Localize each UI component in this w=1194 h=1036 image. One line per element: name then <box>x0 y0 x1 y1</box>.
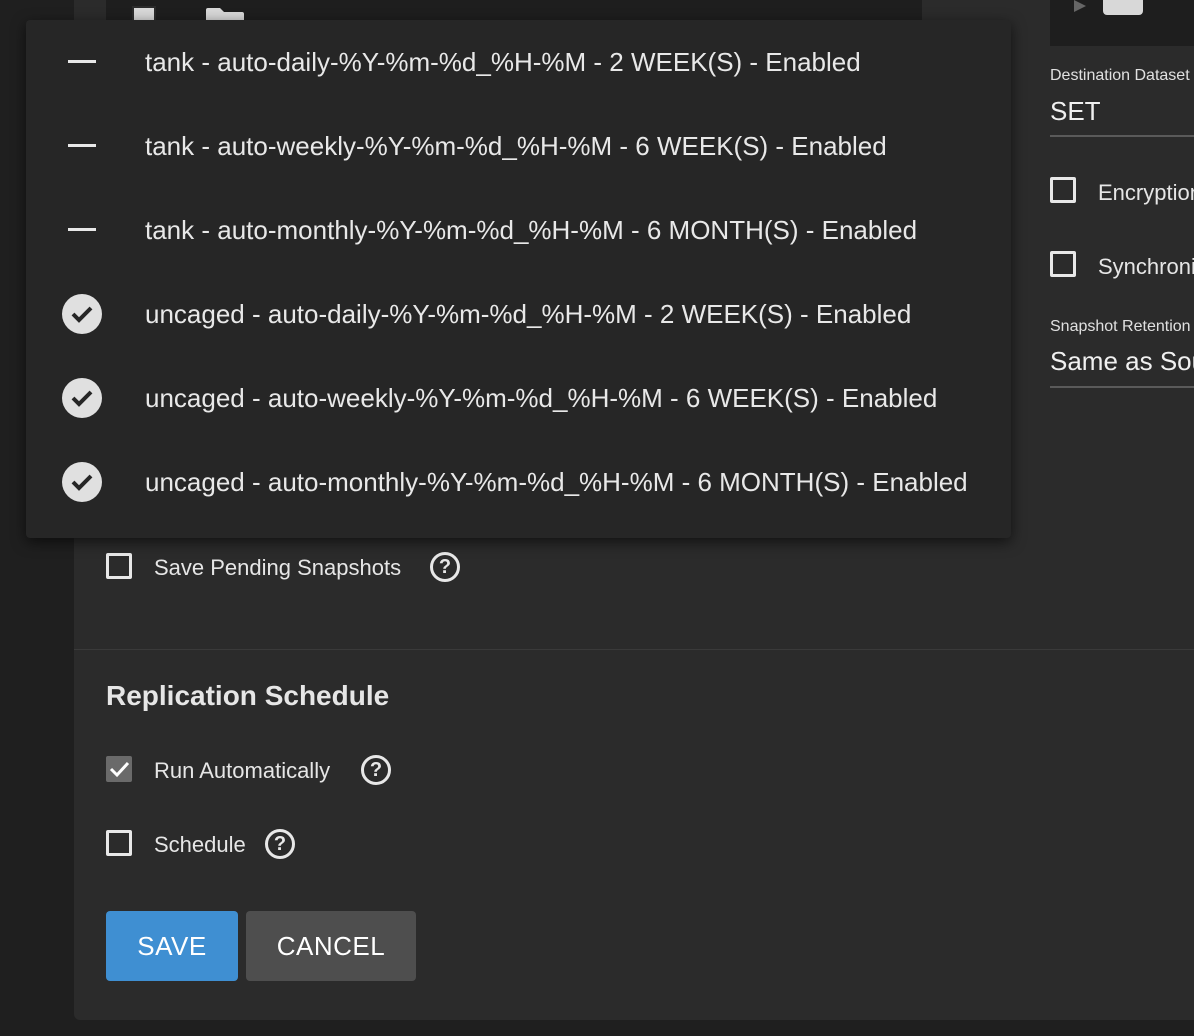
dropdown-option[interactable]: uncaged - auto-weekly-%Y-%m-%d_%H-%M - 6… <box>26 356 1011 440</box>
destination-column: Destination Dataset SET Encryption Synch… <box>1050 0 1194 420</box>
dropdown-option[interactable]: uncaged - auto-monthly-%Y-%m-%d_%H-%M - … <box>26 440 1011 524</box>
dropdown-option-label: tank - auto-weekly-%Y-%m-%d_%H-%M - 6 WE… <box>145 131 887 161</box>
save-button[interactable]: SAVE <box>106 911 238 981</box>
schedule-label: Schedule <box>154 832 246 857</box>
encryption-checkbox[interactable] <box>1050 177 1076 203</box>
check-circle-icon <box>62 462 102 502</box>
dropdown-option-label: uncaged - auto-weekly-%Y-%m-%d_%H-%M - 6… <box>145 383 938 413</box>
cancel-button[interactable]: CANCEL <box>246 911 416 981</box>
dash-icon <box>68 144 96 147</box>
help-circle-icon[interactable]: ? <box>265 829 295 859</box>
run-automatically-checkbox[interactable] <box>106 756 132 782</box>
schedule-checkbox[interactable] <box>106 830 132 856</box>
save-pending-snapshots-checkbox[interactable] <box>106 553 132 579</box>
destination-dataset-input[interactable]: SET <box>1050 96 1101 127</box>
dropdown-option[interactable]: tank - auto-monthly-%Y-%m-%d_%H-%M - 6 M… <box>26 188 1011 272</box>
dropdown-option-label: uncaged - auto-monthly-%Y-%m-%d_%H-%M - … <box>145 467 968 497</box>
snapshot-retention-select[interactable]: Same as Source <box>1050 346 1194 377</box>
destination-dataset-underline <box>1050 135 1194 137</box>
dropdown-option[interactable]: tank - auto-weekly-%Y-%m-%d_%H-%M - 6 WE… <box>26 104 1011 188</box>
check-circle-icon <box>62 294 102 334</box>
encryption-label: Encryption <box>1098 180 1194 205</box>
dropdown-option-label: tank - auto-daily-%Y-%m-%d_%H-%M - 2 WEE… <box>145 47 861 77</box>
save-pending-snapshots-label: Save Pending Snapshots <box>154 555 402 580</box>
check-icon <box>109 761 130 778</box>
dropdown-option-label: uncaged - auto-daily-%Y-%m-%d_%H-%M - 2 … <box>145 299 912 329</box>
synchronize-checkbox[interactable] <box>1050 251 1076 277</box>
dropdown-option-label: tank - auto-monthly-%Y-%m-%d_%H-%M - 6 M… <box>145 215 918 245</box>
help-circle-icon[interactable]: ? <box>361 755 391 785</box>
dash-icon <box>68 60 96 63</box>
dropdown-option[interactable]: tank - auto-daily-%Y-%m-%d_%H-%M - 2 WEE… <box>26 20 1011 104</box>
check-circle-icon <box>62 378 102 418</box>
section-divider <box>74 649 1194 650</box>
destination-dataset-label: Destination Dataset <box>1050 67 1190 84</box>
run-automatically-label: Run Automatically <box>154 758 331 783</box>
periodic-snapshot-tasks-dropdown: tank - auto-daily-%Y-%m-%d_%H-%M - 2 WEE… <box>26 20 1011 538</box>
snapshot-retention-label: Snapshot Retention <box>1050 318 1191 335</box>
dash-icon <box>68 228 96 231</box>
snapshot-retention-underline <box>1050 386 1194 388</box>
synchronize-label: Synchronize <box>1098 254 1194 279</box>
help-circle-icon[interactable]: ? <box>430 552 460 582</box>
replication-schedule-title: Replication Schedule <box>106 680 390 711</box>
dropdown-option[interactable]: uncaged - auto-daily-%Y-%m-%d_%H-%M - 2 … <box>26 272 1011 356</box>
